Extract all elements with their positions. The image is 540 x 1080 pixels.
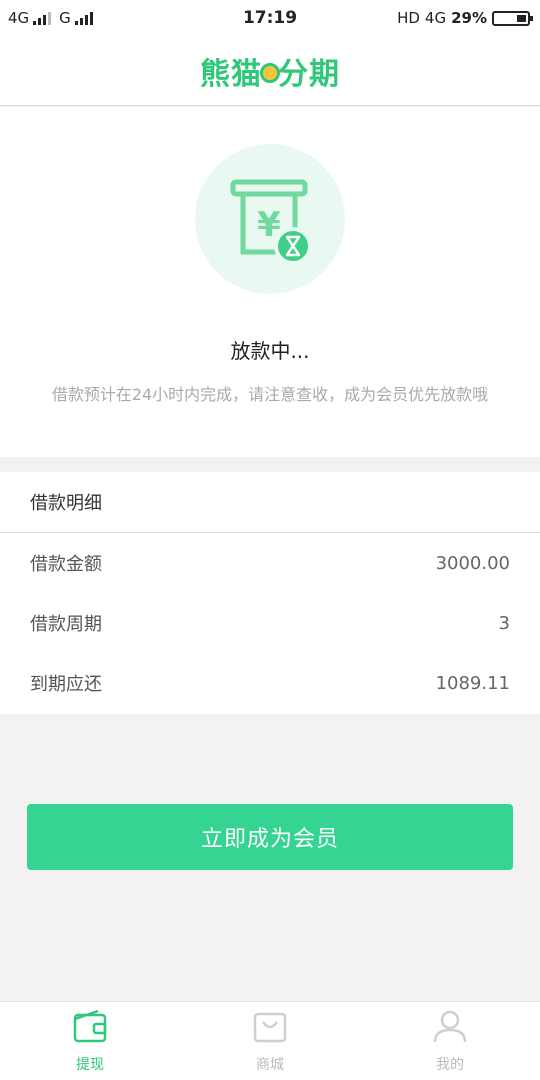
tab-mall[interactable]: 商城 [180,1002,360,1080]
tab-label: 提现 [76,1057,104,1073]
detail-row-amount: 借款金额 3000.00 [0,533,540,593]
loan-status-title: 放款中... [230,339,310,363]
loan-status-card: ¥ 放款中... 借款预计在24小时内完成，请注意查收，成为会员优先放款哦 [0,107,540,457]
detail-label: 到期应还 [30,674,102,695]
tab-label: 商城 [256,1057,284,1073]
loan-details-card: 借款明细 借款金额 3000.00 借款周期 3 到期应还 1089.11 [0,472,540,714]
tab-label: 我的 [436,1057,464,1073]
detail-value: 3 [498,612,510,634]
battery-icon [492,10,533,26]
loan-details-header: 借款明细 [0,472,540,533]
tab-withdraw[interactable]: 提现 [0,1002,180,1080]
detail-row-due: 到期应还 1089.11 [0,653,540,713]
bottom-tab-bar: 提现 商城 我的 [0,1001,540,1080]
app-header: 熊猫 分期 [0,36,540,106]
logo-text-a: 熊猫 [200,56,262,92]
detail-value: 1089.11 [435,672,510,694]
loan-status-description: 借款预计在24小时内完成，请注意查收，成为会员优先放款哦 [51,385,489,404]
status-bar: 4G G 17:19 HD 4G 29% [0,0,540,36]
battery-percent: 29% [451,9,487,27]
shopping-bag-icon [252,1008,288,1048]
status-right: HD 4G 29% [397,9,533,27]
detail-value: 3000.00 [435,552,510,574]
hd-label: HD [397,9,420,27]
wallet-icon [72,1008,108,1048]
network-label-3: 4G [424,9,447,27]
atm-cash-hourglass-icon: ¥ [195,144,345,294]
detail-label: 借款金额 [30,554,102,575]
app-logo: 熊猫 分期 [200,49,340,93]
detail-label: 借款周期 [30,614,102,635]
coin-icon [260,62,280,83]
user-icon [432,1008,468,1048]
logo-text-b: 分期 [278,56,340,92]
become-member-button[interactable]: 立即成为会员 [27,804,513,870]
tab-mine[interactable]: 我的 [360,1002,540,1080]
detail-row-period: 借款周期 3 [0,593,540,653]
